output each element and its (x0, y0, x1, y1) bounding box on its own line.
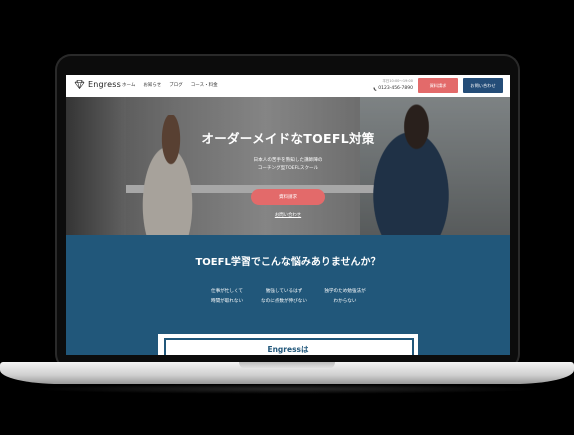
worry-line: 仕事が忙しくて (210, 289, 244, 294)
phone-number[interactable]: 0123-456-7890 (369, 86, 413, 91)
worry-item: 仕事が忙しくて 時間が取れない (204, 287, 250, 307)
website-screen: Engress ホーム お知らせ ブログ コース・料金 平日10:00～19:0… (66, 75, 510, 355)
problems-title: TOEFL学習でこんな悩みありませんか？ (195, 257, 381, 268)
laptop-notch (239, 362, 335, 369)
contact-button[interactable]: お問い合わせ (463, 78, 503, 93)
site-header: Engress ホーム お知らせ ブログ コース・料金 平日10:00～19:0… (66, 75, 510, 97)
worry-line: 独学のため勉強法が (324, 289, 366, 294)
worry-line: わからない (333, 299, 357, 304)
business-hours: 平日10:00～19:00 (382, 79, 413, 83)
worry-item: 独学のため勉強法が わからない (320, 287, 370, 307)
engress-card: Engressは (158, 334, 418, 355)
nav-item-home[interactable]: ホーム (122, 82, 135, 88)
request-materials-button[interactable]: 資料請求 (418, 78, 458, 93)
phone-text: 0123-456-7890 (378, 86, 413, 91)
contact-info: 平日10:00～19:00 0123-456-7890 (369, 79, 413, 91)
logo-text: Engress (88, 80, 121, 89)
hero-contact-link[interactable]: お問い合わせ (66, 212, 510, 218)
laptop-shadow (30, 384, 544, 394)
main-nav: ホーム お知らせ ブログ コース・料金 (122, 82, 218, 88)
worry-line: 勉強しているはず (265, 289, 303, 294)
problems-section: TOEFL学習でこんな悩みありませんか？ 仕事が忙しくて 時間が取れない 勉強し… (66, 235, 510, 355)
hero-subtitle-line2: コーチング型TOEFLスクール (257, 166, 319, 171)
hero-subtitle-line1: 日本人の苦手を熟知した講師陣の (253, 158, 323, 163)
card-title: Engressは (267, 345, 309, 354)
nav-item-news[interactable]: お知らせ (143, 82, 161, 88)
hero-section: オーダーメイドなTOEFL対策 日本人の苦手を熟知した講師陣の コーチング型TO… (66, 97, 510, 235)
phone-icon (373, 87, 377, 91)
logo[interactable]: Engress (74, 80, 121, 89)
diamond-icon (74, 80, 85, 89)
nav-item-courses[interactable]: コース・料金 (191, 82, 218, 88)
worry-item: 勉強しているはず なのに点数が伸びない (254, 287, 314, 307)
hero-request-materials-button[interactable]: 資料請求 (251, 189, 325, 205)
hero-title: オーダーメイドなTOEFL対策 (201, 131, 375, 146)
worry-line: なのに点数が伸びない (261, 299, 307, 304)
worry-line: 時間が取れない (210, 299, 244, 304)
nav-item-blog[interactable]: ブログ (169, 82, 183, 88)
